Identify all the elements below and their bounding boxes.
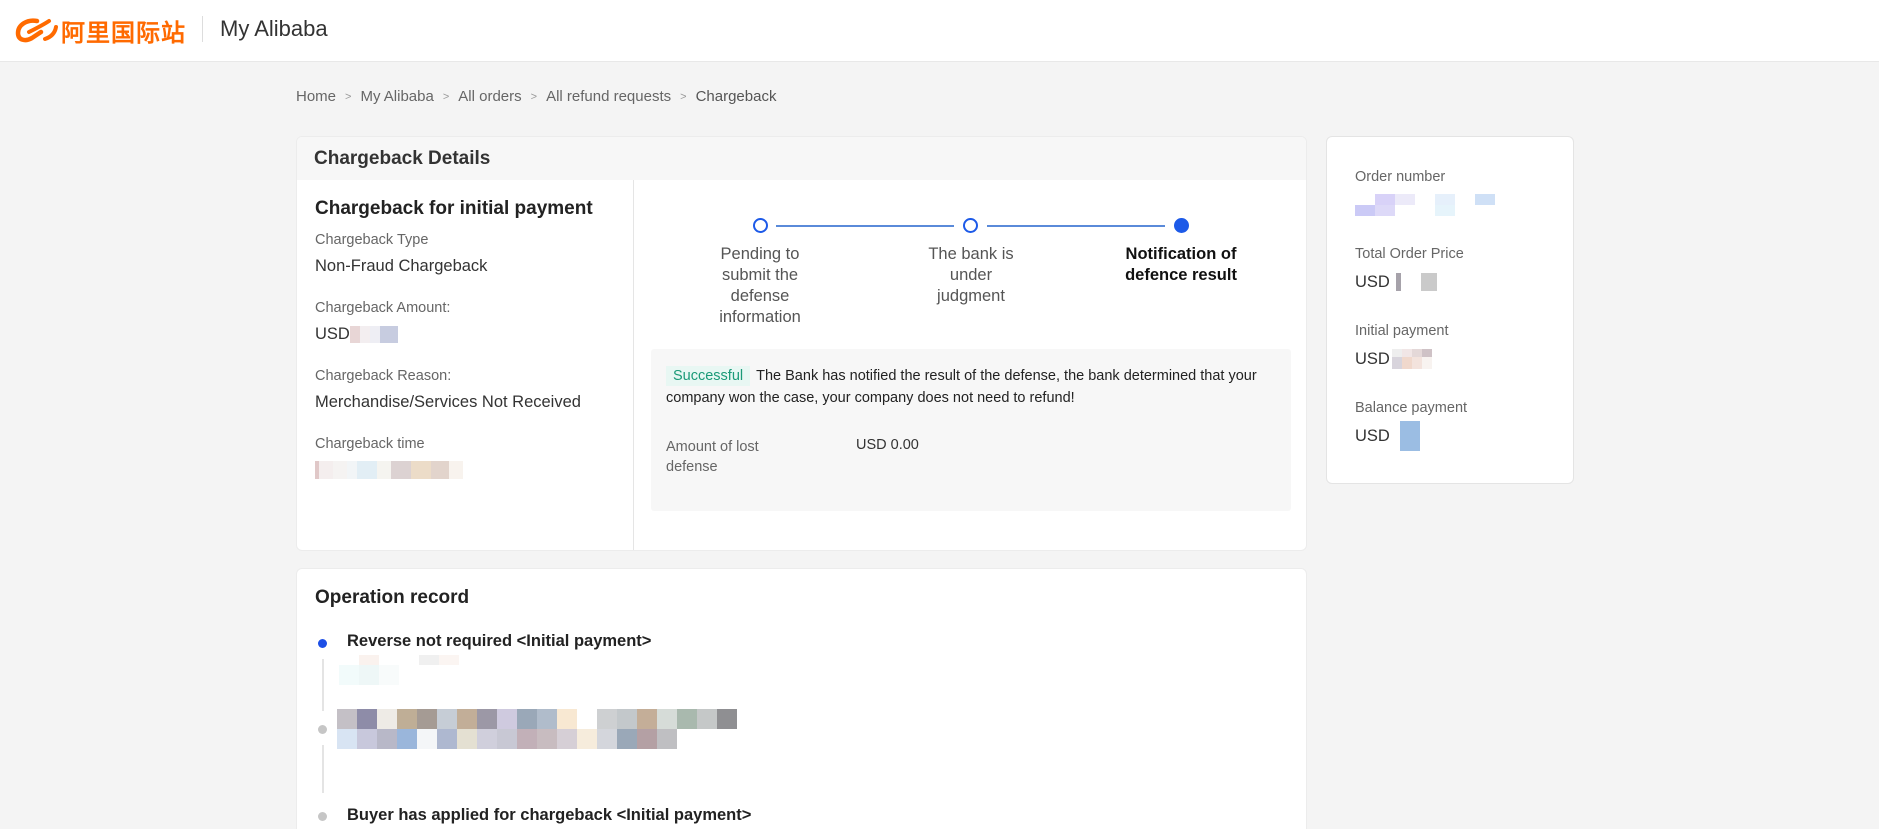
chargeback-type-label: Chargeback Type — [315, 232, 429, 248]
timeline-line — [322, 659, 324, 711]
step-connector — [987, 225, 1165, 227]
total-price-currency: USD — [1355, 272, 1390, 291]
balance-payment-value: USD — [1355, 421, 1545, 451]
alibaba-logo-icon — [15, 18, 58, 43]
breadcrumb-home[interactable]: Home — [296, 88, 336, 105]
timeline-dot-icon — [318, 725, 327, 734]
order-number-label: Order number — [1355, 169, 1446, 185]
timeline-line — [322, 745, 324, 793]
redacted-total-price — [1395, 273, 1437, 291]
chargeback-type-value: Non-Fraud Chargeback — [315, 257, 488, 275]
chargeback-details-heading: Chargeback Details — [297, 137, 1306, 180]
total-price-label: Total Order Price — [1355, 246, 1464, 262]
step-2-dot-icon — [963, 218, 978, 233]
breadcrumb-current: Chargeback — [695, 88, 777, 105]
step-2-label: The bank is under judgment — [928, 245, 1014, 305]
chargeback-time-label: Chargeback time — [315, 436, 425, 452]
redacted-order-number — [1355, 194, 1515, 216]
total-price-value: USD — [1355, 271, 1545, 293]
defence-result-box: Successful The Bank has notified the resu… — [651, 349, 1291, 511]
redacted-entry-2-details — [337, 709, 737, 749]
step-1-label: Pending to submit the defense informatio… — [719, 245, 801, 326]
chargeback-amount-currency: USD — [315, 325, 350, 343]
initial-payment-label: Initial payment — [1355, 323, 1449, 339]
redacted-time — [315, 461, 463, 479]
page-header-title[interactable]: My Alibaba — [220, 16, 328, 42]
defence-result-message: Successful The Bank has notified the resu… — [666, 365, 1286, 409]
result-message-text: The Bank has notified the result of the … — [666, 368, 1257, 406]
timeline-dot-icon — [318, 639, 327, 648]
redacted-balance-payment — [1399, 421, 1420, 451]
breadcrumb-all-orders[interactable]: All orders — [458, 88, 521, 105]
chargeback-reason-value: Merchandise/Services Not Received — [315, 393, 581, 411]
breadcrumb: Home > My Alibaba > All orders > All ref… — [296, 88, 776, 105]
initial-payment-value: USD — [1355, 348, 1545, 370]
balance-payment-currency: USD — [1355, 426, 1390, 445]
order-number-value[interactable] — [1355, 194, 1545, 216]
chargeback-info-panel: Chargeback for initial payment Chargebac… — [297, 180, 634, 550]
amount-lost-label: Amount of lost defense — [666, 439, 759, 475]
header-divider — [202, 16, 203, 42]
breadcrumb-my-alibaba[interactable]: My Alibaba — [360, 88, 433, 105]
operation-record-card: Operation record Reverse not required <I… — [296, 568, 1307, 829]
step-3-dot-icon — [1174, 218, 1189, 233]
breadcrumb-separator-icon: > — [345, 90, 352, 103]
chargeback-time-value — [315, 461, 615, 479]
balance-payment-label: Balance payment — [1355, 400, 1468, 416]
timeline-entry-1-title: Reverse not required <Initial payment> — [347, 632, 652, 650]
breadcrumb-separator-icon: > — [442, 90, 450, 103]
breadcrumb-separator-icon: > — [530, 90, 538, 103]
chargeback-reason-label: Chargeback Reason: — [315, 368, 452, 384]
order-summary-card: Order number Total Order Price USD Initi… — [1326, 136, 1574, 484]
step-connector — [776, 225, 954, 227]
status-badge: Successful — [666, 366, 751, 386]
top-bar: 阿里国际站 My Alibaba — [0, 0, 1879, 62]
chargeback-amount-label: Chargeback Amount: — [315, 300, 451, 316]
chargeback-amount-value: USD — [315, 325, 615, 344]
timeline-dot-icon — [318, 812, 327, 821]
breadcrumb-separator-icon: > — [680, 90, 687, 103]
amount-lost-value: USD 0.00 — [856, 437, 919, 453]
timeline-entry-2-title: Buyer has applied for chargeback <Initia… — [347, 806, 752, 824]
operation-record-title: Operation record — [315, 587, 470, 608]
progress-steps: Pending to submit the defense informatio… — [634, 180, 1306, 350]
redacted-amount — [349, 326, 398, 343]
breadcrumb-all-refund-requests[interactable]: All refund requests — [546, 88, 671, 105]
redacted-entry-1-details — [339, 655, 479, 685]
redacted-initial-payment — [1391, 349, 1432, 369]
step-3-label: Notification of defence result — [1125, 245, 1237, 284]
step-1-dot-icon — [753, 218, 768, 233]
initial-payment-currency: USD — [1355, 349, 1390, 368]
logo-text: 阿里国际站 — [61, 18, 186, 47]
alibaba-logo[interactable]: 阿里国际站 — [15, 12, 186, 48]
chargeback-subheading: Chargeback for initial payment — [315, 198, 593, 219]
